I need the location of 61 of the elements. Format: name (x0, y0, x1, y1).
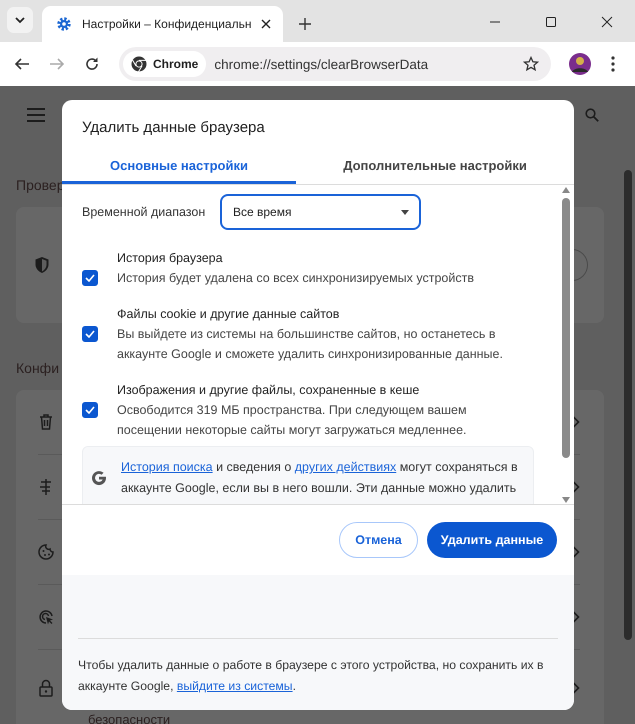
scroll-down-icon[interactable] (562, 497, 570, 503)
new-tab-icon[interactable] (299, 18, 312, 30)
check-icon (85, 330, 95, 338)
tab[interactable]: Основные настройки (62, 149, 296, 184)
chevron-icon[interactable] (572, 416, 580, 428)
star-icon[interactable] (523, 56, 539, 72)
search-icon[interactable] (585, 108, 599, 122)
cancel-button[interactable]: Отмена (339, 522, 418, 558)
trash-icon (38, 414, 54, 430)
chevron-icon[interactable] (572, 546, 580, 558)
more-icon[interactable] (611, 56, 615, 72)
link[interactable]: других действиях (294, 460, 396, 474)
tab-search-button[interactable] (7, 7, 33, 33)
option-description: Освободится 319 МБ пространства. При следующем вашем посещении некоторые сайты могут загружаться медленнее. (117, 402, 468, 439)
scrollbar[interactable] (562, 187, 570, 503)
chevron-icon[interactable] (572, 611, 580, 623)
time-range-dropdown[interactable]: Все время (220, 194, 421, 230)
link[interactable]: выйдите из системы (176, 679, 293, 693)
chrome-icon (131, 56, 147, 72)
cursor-icon (38, 609, 54, 625)
back-icon[interactable] (14, 56, 30, 72)
close-icon[interactable] (261, 19, 272, 29)
site-chip[interactable]: Chrome (123, 51, 206, 77)
footer-text: Чтобы удалить данные о работе в браузере с этого устройства, но сохранить их в аккаунте Google, выйдите из системы. (78, 657, 544, 695)
chevron-icon[interactable] (572, 481, 580, 493)
delete-button[interactable]: Удалить данные (427, 522, 557, 558)
tab-title: Настройки – Конфиденциальн (82, 17, 252, 31)
signpost-icon (38, 479, 54, 495)
row-text: безопасности (88, 712, 170, 724)
menu-icon[interactable] (27, 108, 45, 122)
section-heading: Конфи (16, 360, 60, 376)
google-icon (91, 470, 107, 486)
tab[interactable]: Дополнительные настройки (296, 149, 574, 184)
dropdown-arrow-icon (401, 210, 409, 214)
option-title: История браузера (117, 250, 224, 267)
checkbox[interactable] (82, 270, 98, 286)
field-label: Временной диапазон (82, 205, 206, 219)
link[interactable]: История поиска (121, 460, 213, 474)
info-text: История поиска и сведения о других действиях могут сохраняться в аккаунте Google, если вы в него вошли. Эти данные можно удалить (121, 459, 519, 497)
avatar[interactable] (569, 53, 591, 75)
chevron-icon[interactable] (572, 682, 580, 694)
scroll-up-icon[interactable] (562, 187, 570, 193)
check-icon (85, 406, 95, 414)
maximize-icon[interactable] (545, 16, 557, 28)
checkbox[interactable] (82, 402, 98, 418)
option-description: Вы выйдете из системы на большинстве сайтов, но останетесь в аккаунте Google и сможете удалить синхронизированные данные. (117, 326, 504, 363)
address-bar[interactable]: Chrome chrome://settings/clearBrowserData (119, 47, 551, 81)
lock-icon (38, 679, 54, 697)
close-icon[interactable] (601, 16, 613, 28)
checkbox[interactable] (82, 326, 98, 342)
dialog-title: Удалить данные браузера (81, 118, 266, 138)
shield-icon (34, 256, 50, 274)
option-title: Изображения и другие файлы, сохраненные в кеше (117, 382, 420, 399)
option-title: Файлы cookie и другие данные сайтов (117, 306, 340, 323)
browser-tab[interactable]: Настройки – Конфиденциальн (42, 6, 284, 42)
reload-icon[interactable] (84, 56, 100, 72)
url-text: chrome://settings/clearBrowserData (214, 56, 430, 72)
check-icon (85, 274, 95, 282)
gear-icon (56, 16, 72, 32)
cookie-icon (38, 544, 54, 560)
option-description: История будет удалена со всех синхронизируемых устройств (117, 270, 474, 287)
